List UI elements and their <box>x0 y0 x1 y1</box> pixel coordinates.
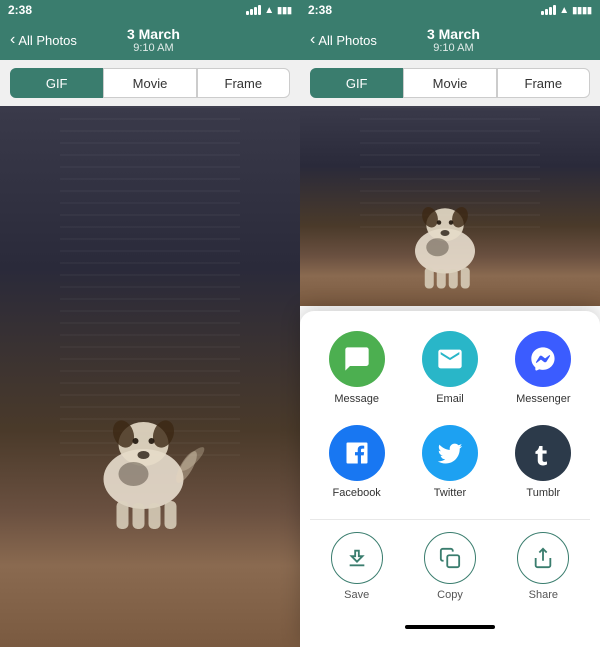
facebook-label: Facebook <box>333 487 381 499</box>
tumblr-icon <box>529 439 557 467</box>
home-indicator-bar <box>405 625 495 629</box>
share-twitter-item[interactable]: Twitter <box>422 425 478 499</box>
messenger-icon-circle <box>515 331 571 387</box>
right-seg-movie[interactable]: Movie <box>403 68 496 98</box>
left-dog-photo <box>0 106 300 647</box>
share-messenger-item[interactable]: Messenger <box>515 331 571 405</box>
facebook-icon <box>343 439 371 467</box>
copy-action-item[interactable]: Copy <box>408 524 492 609</box>
dog-silhouette-icon <box>79 379 209 539</box>
right-chevron-icon: ‹ <box>310 31 315 49</box>
message-icon <box>343 345 371 373</box>
right-segment-control: GIF Movie Frame <box>300 60 600 106</box>
messenger-icon <box>529 345 557 373</box>
email-icon <box>436 345 464 373</box>
email-label: Email <box>436 393 464 405</box>
right-dog-photo <box>300 106 600 306</box>
facebook-icon-circle <box>329 425 385 481</box>
right-battery-icon: ▮▮▮▮ <box>572 5 592 16</box>
left-panel: 2:38 ▲ ▮▮▮ ‹ All Photos 3 March 9:10 AM … <box>0 0 300 647</box>
tumblr-icon-circle <box>515 425 571 481</box>
copy-icon <box>439 547 461 569</box>
right-seg-gif[interactable]: GIF <box>310 68 403 98</box>
right-dog-silhouette-icon <box>395 176 495 296</box>
right-status-icons: ▲ ▮▮▮▮ <box>541 5 592 16</box>
right-back-button[interactable]: ‹ All Photos <box>310 31 377 49</box>
left-time: 2:38 <box>8 3 32 17</box>
message-label: Message <box>334 393 379 405</box>
left-back-button[interactable]: ‹ All Photos <box>10 31 77 49</box>
wifi-icon: ▲ <box>264 5 274 16</box>
messenger-label: Messenger <box>516 393 570 405</box>
share-message-item[interactable]: Message <box>329 331 385 405</box>
left-seg-movie[interactable]: Movie <box>103 68 196 98</box>
battery-icon: ▮▮▮ <box>277 5 292 16</box>
share-label: Share <box>529 589 558 601</box>
message-icon-circle <box>329 331 385 387</box>
twitter-label: Twitter <box>434 487 466 499</box>
right-nav-title-group: 3 March 9:10 AM <box>427 26 480 54</box>
left-seg-frame[interactable]: Frame <box>197 68 290 98</box>
left-nav-title-group: 3 March 9:10 AM <box>127 26 180 54</box>
left-status-bar: 2:38 ▲ ▮▮▮ <box>0 0 300 20</box>
right-nav-bar: ‹ All Photos 3 March 9:10 AM <box>300 20 600 60</box>
left-chevron-icon: ‹ <box>10 31 15 49</box>
left-status-icons: ▲ ▮▮▮ <box>246 5 292 16</box>
save-icon <box>346 547 368 569</box>
left-photo-area <box>0 106 300 647</box>
share-icon-circle <box>517 532 569 584</box>
left-back-label: All Photos <box>18 33 77 48</box>
left-nav-subtitle: 9:10 AM <box>133 42 173 54</box>
right-panel: 2:38 ▲ ▮▮▮▮ ‹ All Photos 3 March 9:10 AM… <box>300 0 600 647</box>
right-status-bar: 2:38 ▲ ▮▮▮▮ <box>300 0 600 20</box>
right-back-label: All Photos <box>318 33 377 48</box>
right-nav-title: 3 March <box>427 26 480 42</box>
save-label: Save <box>344 589 369 601</box>
copy-label: Copy <box>437 589 463 601</box>
share-tumblr-item[interactable]: Tumblr <box>515 425 571 499</box>
twitter-icon-circle <box>422 425 478 481</box>
left-nav-bar: ‹ All Photos 3 March 9:10 AM <box>0 20 300 60</box>
share-action-item[interactable]: Share <box>501 524 585 609</box>
email-icon-circle <box>422 331 478 387</box>
right-signal-icon <box>541 5 556 15</box>
right-time: 2:38 <box>308 3 332 17</box>
tumblr-label: Tumblr <box>526 487 560 499</box>
share-row-1: Message Email Messenger <box>310 331 590 405</box>
left-segment-control: GIF Movie Frame <box>0 60 300 106</box>
right-photo-area <box>300 106 600 306</box>
share-facebook-item[interactable]: Facebook <box>329 425 385 499</box>
copy-icon-circle <box>424 532 476 584</box>
right-nav-subtitle: 9:10 AM <box>433 42 473 54</box>
save-action-item[interactable]: Save <box>315 524 399 609</box>
share-sheet: Message Email Messenger <box>300 311 600 647</box>
save-icon-circle <box>331 532 383 584</box>
right-seg-frame[interactable]: Frame <box>497 68 590 98</box>
home-indicator <box>310 617 590 637</box>
action-row: Save Copy <box>310 519 590 617</box>
left-nav-title: 3 March <box>127 26 180 42</box>
right-wifi-icon: ▲ <box>559 5 569 16</box>
signal-icon <box>246 5 261 15</box>
share-icon <box>532 547 554 569</box>
left-seg-gif[interactable]: GIF <box>10 68 103 98</box>
twitter-icon <box>436 439 464 467</box>
share-email-item[interactable]: Email <box>422 331 478 405</box>
share-row-2: Facebook Twitter Tumblr <box>310 425 590 499</box>
